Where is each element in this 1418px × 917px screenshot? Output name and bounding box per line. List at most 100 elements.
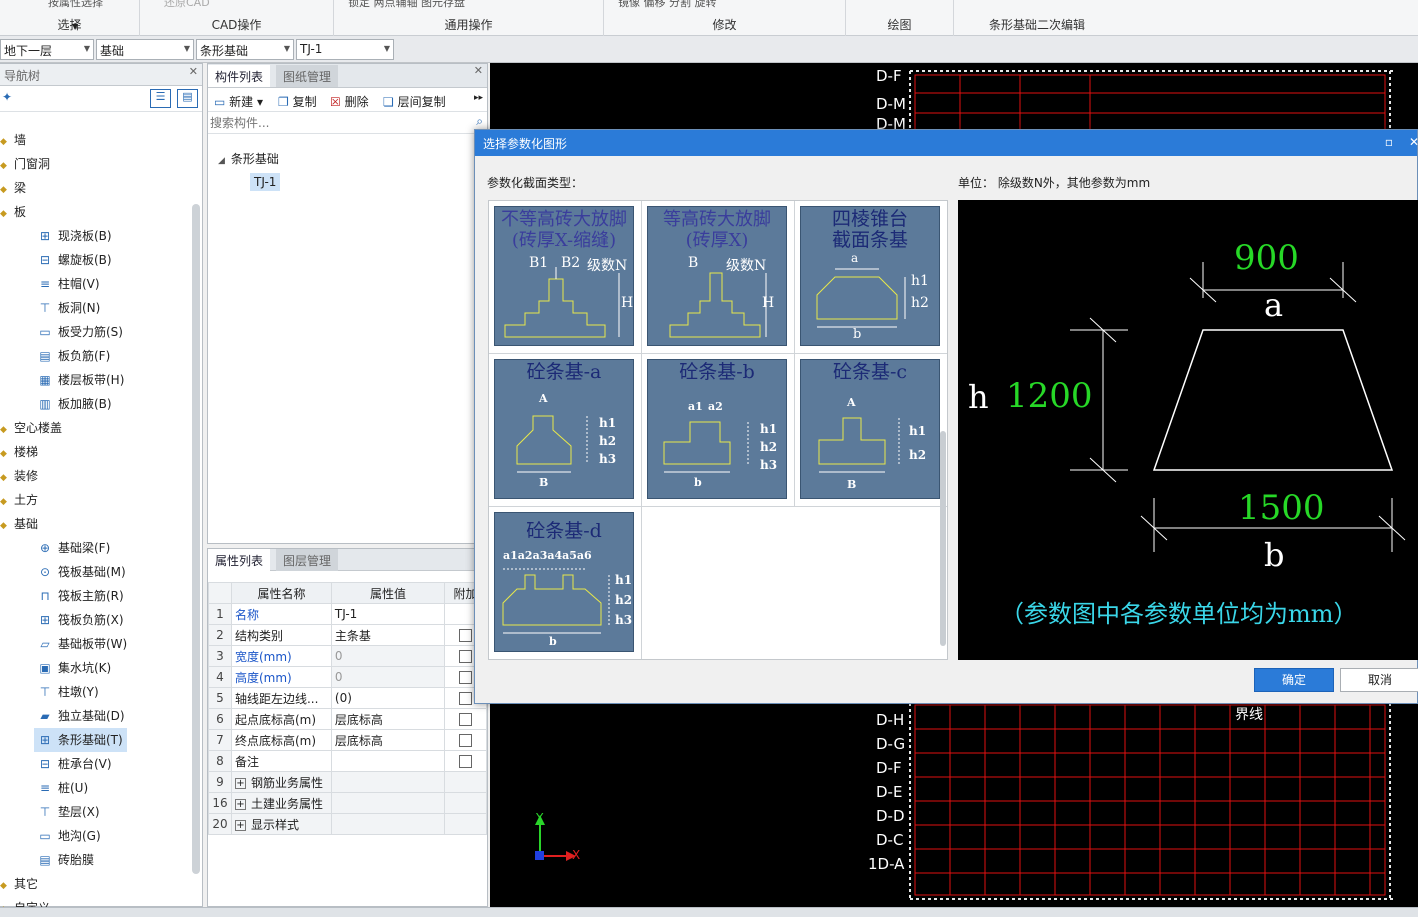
search-input[interactable] (210, 114, 472, 131)
nav-item[interactable]: ≡ 桩(U) (34, 776, 92, 800)
nav-item[interactable]: ⊟ 螺旋板(B) (34, 248, 116, 272)
property-row[interactable]: 7 终点底标高(m) 层底标高 (208, 729, 487, 751)
shape-tile-concrete-c[interactable]: 砼条基-c A h1 h2 B (800, 359, 940, 499)
ribbon-group-draw[interactable]: 绘图 (846, 0, 954, 36)
property-value[interactable] (330, 750, 446, 772)
property-value[interactable]: 层底标高 (330, 708, 446, 730)
floor-copy-button[interactable]: ❏ 层间复制 (383, 93, 446, 110)
nav-item[interactable]: ◆ 板 (0, 200, 26, 224)
delete-button[interactable]: ☒ 删除 (330, 93, 369, 110)
nav-item[interactable]: ◆ 门窗洞 (0, 152, 50, 176)
ok-button[interactable]: 确定 (1254, 668, 1334, 692)
detail-view-icon[interactable]: ▤ (177, 89, 198, 108)
property-value[interactable]: 0 (330, 645, 446, 667)
expand-icon[interactable]: + (234, 798, 246, 810)
nav-item[interactable]: ▱ 基础板带(W) (34, 632, 131, 656)
nav-item[interactable]: ⊙ 筏板基础(M) (34, 560, 130, 584)
new-button[interactable]: ▭ 新建 ▾ (214, 93, 263, 110)
tree-root[interactable]: ◢ 条形基础 (218, 150, 279, 167)
nav-item[interactable]: ⊟ 桩承台(V) (34, 752, 116, 776)
property-row[interactable]: 3 宽度(mm) 0 (208, 645, 487, 667)
checkbox[interactable] (459, 755, 473, 768)
checkbox[interactable] (459, 692, 473, 705)
ribbon-label-select[interactable]: 选择 (0, 16, 139, 33)
nav-scrollbar[interactable] (192, 204, 200, 874)
list-view-icon[interactable]: ☰ (150, 89, 171, 108)
ribbon-top-select[interactable]: 按属性选择 (48, 0, 103, 10)
tab-component-list[interactable]: 构件列表 (208, 65, 271, 87)
close-icon[interactable]: ✕ (189, 65, 198, 78)
nav-item[interactable]: ◆ 土方 (0, 488, 38, 512)
ribbon-label-draw[interactable]: 绘图 (846, 16, 953, 33)
more-icon[interactable]: ▸▸ (474, 93, 483, 103)
ribbon-top-modify[interactable]: 镜像 偏移 分割 旋转 (618, 0, 717, 10)
close-icon[interactable]: ✕ (1409, 135, 1418, 149)
close-icon[interactable]: ✕ (474, 64, 483, 77)
nav-item[interactable]: ⊞ 条形基础(T) (34, 728, 127, 752)
property-value[interactable]: 层底标高 (330, 729, 446, 751)
shape-tile-equal-brick[interactable]: 等高砖大放脚 (砖厚X) B 级数N H (647, 206, 787, 346)
category-select[interactable]: 基础 ▼ (96, 39, 194, 60)
nav-item[interactable]: ▣ 集水坑(K) (34, 656, 115, 680)
type-select[interactable]: 条形基础 ▼ (196, 39, 294, 60)
property-value[interactable]: (0) (330, 687, 446, 709)
nav-item[interactable]: ⊤ 柱墩(Y) (34, 680, 103, 704)
nav-item[interactable]: ≡ 柱帽(V) (34, 272, 104, 296)
property-value[interactable]: 主条基 (330, 624, 446, 646)
ribbon-label-cad[interactable]: CAD操作 (140, 16, 333, 33)
checkbox[interactable] (459, 629, 473, 642)
property-row[interactable]: 20 + 显示样式 (208, 813, 487, 835)
property-row[interactable]: 4 高度(mm) 0 (208, 666, 487, 688)
nav-item[interactable]: ▤ 砖胎膜 (34, 848, 98, 872)
checkbox[interactable] (459, 713, 473, 726)
tab-properties[interactable]: 属性列表 (208, 549, 271, 571)
ribbon-group-strip-edit[interactable]: 条形基础二次编辑 (954, 0, 1120, 36)
property-value[interactable]: TJ-1 (330, 603, 446, 625)
property-value[interactable]: 0 (330, 666, 446, 688)
shape-tile-pyramid[interactable]: 四棱锥台 截面条基 a h1 h2 b (800, 206, 940, 346)
ribbon-label-strip-edit[interactable]: 条形基础二次编辑 (954, 16, 1120, 33)
component-select[interactable]: TJ-1 ▼ (296, 39, 394, 60)
ribbon-label-general[interactable]: 通用操作 (334, 16, 603, 33)
ribbon-group-general[interactable]: 锁定 两点辅轴 图元存盘 通用操作 (334, 0, 604, 36)
nav-item[interactable]: ⊕ 基础梁(F) (34, 536, 114, 560)
property-value[interactable] (330, 813, 446, 835)
nav-item[interactable]: ◆ 其它 (0, 872, 38, 896)
property-row[interactable]: 16 + 土建业务属性 (208, 792, 487, 814)
ribbon-top-general[interactable]: 锁定 两点辅轴 图元存盘 (348, 0, 465, 10)
nav-item[interactable]: ▦ 楼层板带(H) (34, 368, 128, 392)
nav-item[interactable]: ▤ 板负筋(F) (34, 344, 114, 368)
collapse-icon[interactable]: ◢ (218, 156, 225, 166)
nav-item[interactable]: ▭ 地沟(G) (34, 824, 105, 848)
nav-item[interactable]: ◆ 楼梯 (0, 440, 38, 464)
floor-select[interactable]: 地下一层 ▼ (0, 39, 94, 60)
nav-item[interactable]: ⊓ 筏板主筋(R) (34, 584, 128, 608)
nav-item[interactable]: ▭ 板受力筋(S) (34, 320, 127, 344)
ribbon-group-cad[interactable]: 还原CAD CAD操作 (140, 0, 334, 36)
shape-tile-unequal-brick[interactable]: 不等高砖大放脚 (砖厚X-缩缝) B1 B2 级数N H (494, 206, 634, 346)
property-row[interactable]: 8 备注 (208, 750, 487, 772)
search-icon[interactable]: ⌕ (476, 114, 483, 129)
property-row[interactable]: 6 起点底标高(m) 层底标高 (208, 708, 487, 730)
property-value[interactable] (330, 771, 446, 793)
nav-item[interactable]: ◆ 梁 (0, 176, 26, 200)
nav-item[interactable]: ▰ 独立基础(D) (34, 704, 129, 728)
maximize-icon[interactable]: ▫ (1385, 135, 1393, 149)
property-row[interactable]: 1 名称 TJ-1 (208, 603, 487, 625)
checkbox[interactable] (459, 650, 473, 663)
gallery-scrollbar[interactable] (940, 431, 946, 646)
copy-button[interactable]: ❐ 复制 (278, 93, 317, 110)
tree-item-tj1[interactable]: TJ-1 (250, 173, 281, 191)
ribbon-label-modify[interactable]: 修改 (604, 16, 845, 33)
cancel-button[interactable]: 取消 (1340, 668, 1418, 692)
checkbox[interactable] (459, 671, 473, 684)
property-row[interactable]: 9 + 钢筋业务属性 (208, 771, 487, 793)
dialog-titlebar[interactable]: 选择参数化图形 ▫ ✕ (475, 130, 1418, 156)
component-search[interactable]: ⌕ (208, 112, 487, 134)
shape-tile-concrete-a[interactable]: 砼条基-a A h1 h2 h3 B (494, 359, 634, 499)
nav-item[interactable]: ⊞ 现浇板(B) (34, 224, 116, 248)
ribbon-group-select[interactable]: 按属性选择 选择 ▼ (0, 0, 140, 36)
tab-drawing-management[interactable]: 图纸管理 (276, 65, 339, 87)
ribbon-top-cad[interactable]: 还原CAD (164, 0, 210, 10)
property-row[interactable]: 5 轴线距左边线... (0) (208, 687, 487, 709)
